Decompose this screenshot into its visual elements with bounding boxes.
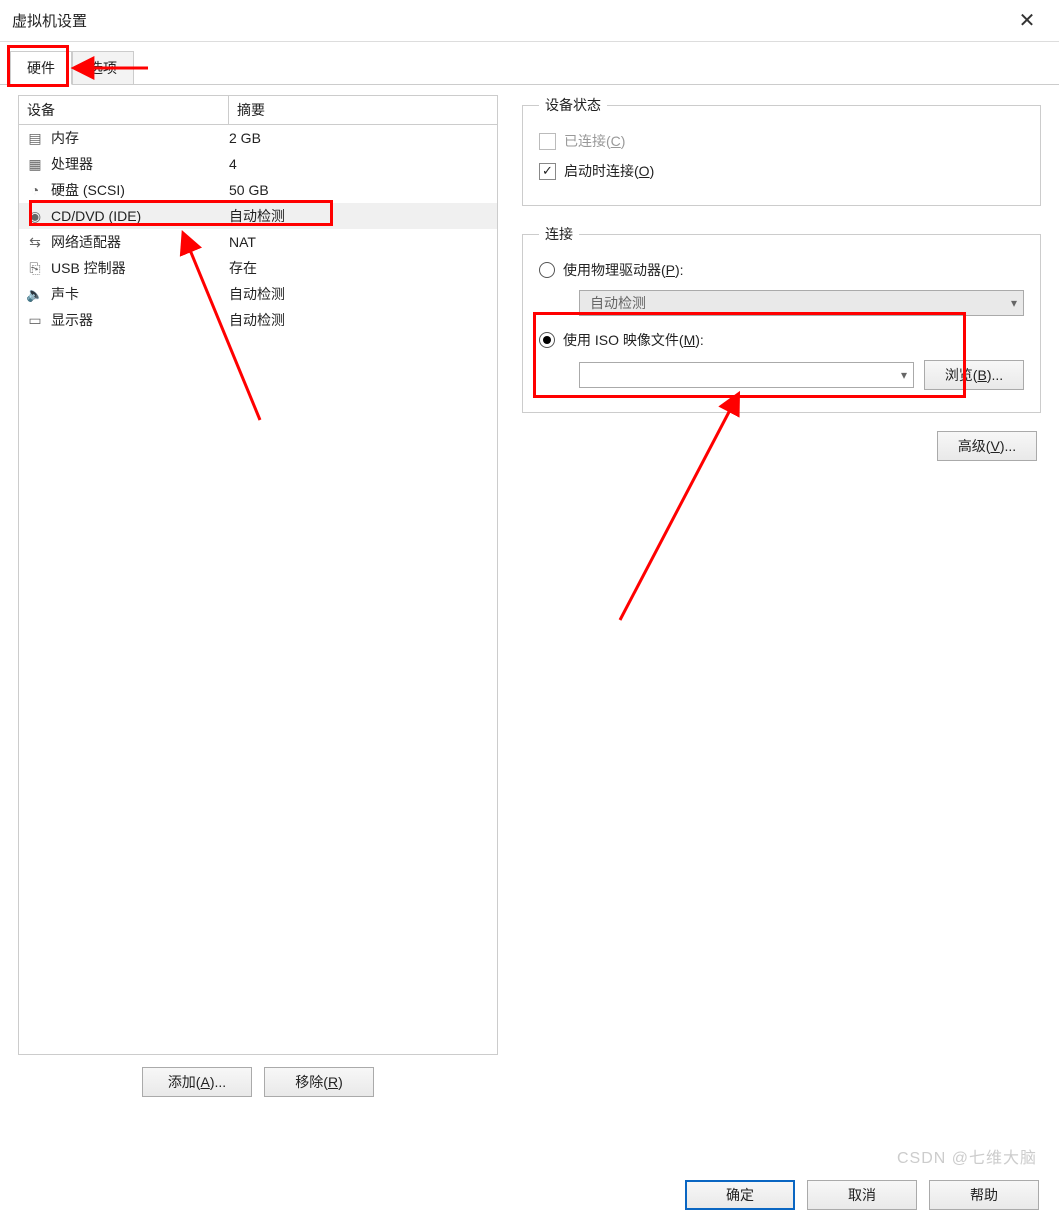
connection-group: 连接 使用物理驱动器(P): 自动检测 ▾ 使用 ISO 映像文件(M): ▾ …	[522, 224, 1041, 413]
device-name: 处理器	[51, 154, 229, 174]
connection-legend: 连接	[539, 224, 579, 244]
table-row[interactable]: ▦ 处理器4	[19, 151, 497, 177]
device-summary: 存在	[229, 258, 497, 278]
device-name: 硬盘 (SCSI)	[51, 180, 229, 200]
table-row[interactable]: ◔ 硬盘 (SCSI)50 GB	[19, 177, 497, 203]
device-summary: 自动检测	[229, 310, 497, 330]
connected-label: 已连接(C)	[564, 131, 625, 151]
display-icon: ▭	[25, 310, 45, 330]
cpu-icon: ▦	[25, 154, 45, 174]
header-summary: 摘要	[229, 96, 497, 124]
nic-icon: ⇆	[25, 232, 45, 252]
table-row[interactable]: ▤ 内存2 GB	[19, 125, 497, 151]
ok-label: 确定	[726, 1185, 754, 1205]
help-label: 帮助	[970, 1185, 998, 1205]
cd-icon: ◉	[25, 206, 45, 226]
device-name: USB 控制器	[51, 258, 229, 278]
poweron-label: 启动时连接(O)	[564, 161, 654, 181]
cancel-label: 取消	[848, 1185, 876, 1205]
add-button[interactable]: 添加(A)...	[142, 1067, 252, 1097]
tab-hardware[interactable]: 硬件	[10, 51, 72, 85]
physical-drive-radio[interactable]	[539, 262, 555, 278]
iso-label: 使用 ISO 映像文件(M):	[563, 330, 704, 350]
table-row[interactable]: ⎘ USB 控制器存在	[19, 255, 497, 281]
close-icon[interactable]: ✕	[1007, 1, 1047, 41]
iso-radio[interactable]	[539, 332, 555, 348]
watermark: CSDN @七维大脑	[897, 1144, 1037, 1168]
tab-options[interactable]: 选项	[72, 51, 134, 85]
device-summary: 4	[229, 156, 497, 172]
cancel-button[interactable]: 取消	[807, 1180, 917, 1210]
sound-icon: 🔈	[25, 284, 45, 304]
memory-icon: ▤	[25, 128, 45, 148]
chevron-down-icon: ▾	[1011, 296, 1017, 310]
browse-button[interactable]: 浏览(B)...	[924, 360, 1024, 390]
device-table[interactable]: 设备 摘要 ▤ 内存2 GB ▦ 处理器4 ◔ 硬盘 (SCSI)50 GB ◉ CD/DVD…	[18, 95, 498, 1055]
help-button[interactable]: 帮助	[929, 1180, 1039, 1210]
remove-button[interactable]: 移除(R)	[264, 1067, 374, 1097]
device-name: 网络适配器	[51, 232, 229, 252]
table-row[interactable]: ⇆ 网络适配器NAT	[19, 229, 497, 255]
device-status-legend: 设备状态	[539, 95, 607, 115]
table-row[interactable]: ◉ CD/DVD (IDE)自动检测	[19, 203, 497, 229]
device-name: 内存	[51, 128, 229, 148]
tab-hardware-label: 硬件	[27, 60, 55, 76]
device-summary: 自动检测	[229, 206, 497, 226]
table-row[interactable]: 🔈 声卡自动检测	[19, 281, 497, 307]
physical-drive-value: 自动检测	[590, 293, 646, 313]
ok-button[interactable]: 确定	[685, 1180, 795, 1210]
tab-options-label: 选项	[89, 60, 117, 76]
table-row[interactable]: ▭ 显示器自动检测	[19, 307, 497, 333]
poweron-checkbox[interactable]: ✓	[539, 163, 556, 180]
iso-path-select[interactable]: ▾	[579, 362, 914, 388]
usb-icon: ⎘	[25, 258, 45, 278]
physical-drive-select: 自动检测 ▾	[579, 290, 1024, 316]
device-name: 声卡	[51, 284, 229, 304]
advanced-button[interactable]: 高级(V)...	[937, 431, 1037, 461]
connected-checkbox	[539, 133, 556, 150]
device-name: 显示器	[51, 310, 229, 330]
disk-icon: ◔	[25, 180, 45, 200]
physical-drive-label: 使用物理驱动器(P):	[563, 260, 684, 280]
device-summary: 2 GB	[229, 130, 497, 146]
device-summary: 50 GB	[229, 182, 497, 198]
device-status-group: 设备状态 已连接(C) ✓ 启动时连接(O)	[522, 95, 1041, 206]
device-summary: 自动检测	[229, 284, 497, 304]
header-device: 设备	[19, 96, 229, 124]
device-name: CD/DVD (IDE)	[51, 208, 229, 224]
device-summary: NAT	[229, 234, 497, 250]
chevron-down-icon: ▾	[901, 368, 907, 382]
window-title: 虚拟机设置	[12, 10, 87, 31]
